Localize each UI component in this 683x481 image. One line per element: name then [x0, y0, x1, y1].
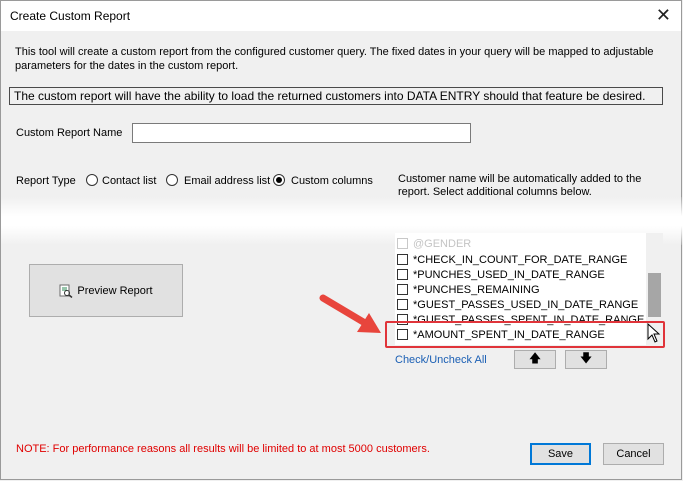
title-bar: Create Custom Report ✕ [1, 1, 681, 31]
column-item[interactable]: *PUNCHES_REMAINING [395, 282, 645, 297]
dialog-title: Create Custom Report [10, 9, 131, 23]
column-label: @GENDER [413, 237, 472, 250]
column-label: *PUNCHES_REMAINING [413, 283, 540, 296]
close-icon[interactable]: ✕ [656, 5, 671, 25]
move-up-button[interactable]: 🡅 [514, 350, 556, 369]
check-uncheck-all-link[interactable]: Check/Uncheck All [395, 354, 487, 366]
report-name-input[interactable] [132, 123, 471, 143]
column-item[interactable]: *CHECK_IN_COUNT_FOR_DATE_RANGE [395, 252, 645, 267]
preview-report-button[interactable]: Preview Report [29, 264, 183, 317]
scrollbar-thumb[interactable] [648, 273, 661, 317]
radio-custom-columns-label[interactable]: Custom columns [291, 175, 373, 187]
column-item[interactable]: @GENDER [395, 236, 645, 251]
highlight-box [385, 321, 665, 348]
intro-text: This tool will create a custom report fr… [15, 46, 654, 72]
column-checkbox[interactable] [397, 284, 408, 295]
column-checkbox[interactable] [397, 299, 408, 310]
radio-contact-list[interactable] [86, 174, 98, 186]
customer-name-note: Customer name will be automatically adde… [398, 173, 642, 198]
column-checkbox[interactable] [397, 254, 408, 265]
column-item[interactable]: *PUNCHES_USED_IN_DATE_RANGE [395, 267, 645, 282]
cancel-button[interactable]: Cancel [603, 443, 664, 465]
mouse-cursor-icon [647, 323, 661, 343]
arrow-up-icon: 🡅 [528, 351, 542, 365]
arrow-down-icon: 🡇 [579, 351, 593, 365]
performance-note: NOTE: For performance reasons all result… [16, 443, 430, 455]
column-item[interactable]: *GUEST_PASSES_USED_IN_DATE_RANGE [395, 297, 645, 312]
red-arrow-icon [319, 294, 381, 333]
column-label: *PUNCHES_USED_IN_DATE_RANGE [413, 268, 605, 281]
radio-custom-columns[interactable] [273, 174, 285, 186]
preview-report-label: Preview Report [77, 284, 153, 297]
create-custom-report-dialog: Create Custom Report ✕ This tool will cr… [0, 0, 683, 480]
radio-contact-list-label[interactable]: Contact list [102, 175, 156, 187]
data-entry-note: The custom report will have the ability … [9, 87, 663, 105]
column-label: *CHECK_IN_COUNT_FOR_DATE_RANGE [413, 253, 628, 266]
column-label: *GUEST_PASSES_USED_IN_DATE_RANGE [413, 298, 639, 311]
column-checkbox[interactable] [397, 269, 408, 280]
report-magnifier-icon [59, 284, 73, 298]
report-type-label: Report Type [16, 175, 76, 187]
save-button[interactable]: Save [530, 443, 591, 465]
radio-email-address-list-label[interactable]: Email address list [184, 175, 270, 187]
radio-email-address-list[interactable] [166, 174, 178, 186]
move-down-button[interactable]: 🡇 [565, 350, 607, 369]
column-checkbox[interactable] [397, 238, 408, 249]
report-name-label: Custom Report Name [16, 127, 123, 139]
